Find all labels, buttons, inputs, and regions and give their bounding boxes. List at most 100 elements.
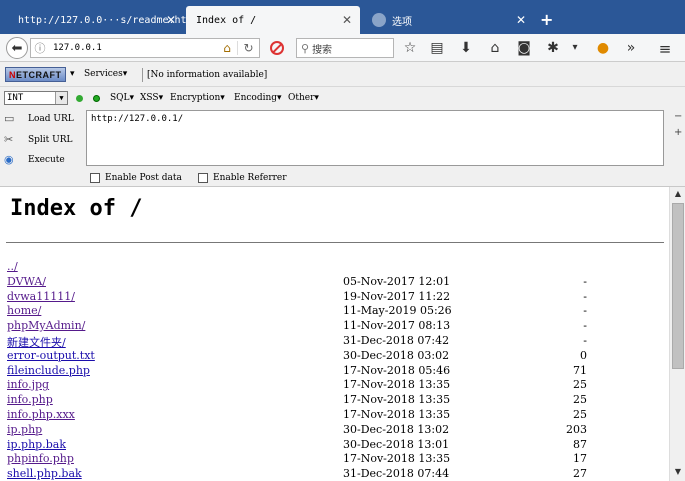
scroll-up-icon[interactable]: ▲ bbox=[672, 189, 684, 201]
menu-sql[interactable]: SQL▾ bbox=[110, 93, 134, 103]
enable-referrer-checkbox[interactable] bbox=[198, 173, 208, 183]
close-icon[interactable]: ✕ bbox=[516, 13, 526, 27]
bookmark-star-icon[interactable]: ☆ bbox=[401, 40, 419, 56]
file-size: 25 bbox=[573, 393, 587, 407]
file-size: 25 bbox=[573, 378, 587, 392]
hackbar-url-textarea[interactable]: http://127.0.0.1/ bbox=[86, 110, 664, 166]
modified-date: 30-Dec-2018 13:01 bbox=[343, 437, 450, 451]
file-link[interactable]: ip.php.bak bbox=[7, 438, 66, 451]
enable-referrer-label: Enable Referrer bbox=[213, 173, 287, 183]
green-plus-icon[interactable] bbox=[93, 95, 100, 102]
tab-options[interactable]: 选项 ✕ bbox=[362, 6, 534, 34]
vertical-scrollbar[interactable]: ▲ ▼ bbox=[669, 187, 685, 481]
menu-other[interactable]: Other▾ bbox=[288, 93, 319, 103]
scroll-thumb[interactable] bbox=[672, 203, 684, 369]
hackbar-menu: INT ▼ SQL▾ XSS▾ Encryption▾ Encoding▾ Ot… bbox=[0, 87, 685, 109]
site-info-text: [No information available] bbox=[142, 68, 271, 82]
menu-icon[interactable]: ≡ bbox=[656, 40, 674, 58]
info-icon[interactable]: ⓘ bbox=[31, 40, 49, 56]
file-link[interactable]: ip.php bbox=[7, 423, 42, 436]
file-link[interactable]: error-output.txt bbox=[7, 349, 95, 362]
url-bar[interactable]: ⓘ 127.0.0.1 ⌂ ↻ bbox=[30, 38, 260, 58]
file-size: 17 bbox=[573, 452, 587, 466]
enable-post-checkbox[interactable] bbox=[90, 173, 100, 183]
file-size: 203 bbox=[566, 422, 587, 436]
file-link[interactable]: 新建文件夹/ bbox=[7, 334, 66, 350]
new-tab-button[interactable]: + bbox=[540, 10, 553, 29]
reading-list-icon[interactable]: ▤ bbox=[428, 40, 446, 56]
file-link[interactable]: phpMyAdmin/ bbox=[7, 319, 85, 332]
netcraft-logo[interactable]: N ETCRAFT bbox=[5, 67, 66, 82]
file-link[interactable]: shell.php.bak bbox=[7, 467, 82, 480]
page-title: Index of / bbox=[10, 196, 143, 221]
load-url-button[interactable]: ▭ Load URL bbox=[4, 112, 84, 125]
green-minus-icon[interactable] bbox=[76, 95, 83, 102]
hackbar-select[interactable]: INT ▼ bbox=[4, 91, 68, 105]
menu-encoding[interactable]: Encoding▾ bbox=[234, 93, 282, 103]
directory-listing: ../DVWA/05-Nov-2017 12:01- dvwa11111/19-N… bbox=[7, 260, 667, 481]
search-input[interactable]: ⚲ 搜索 bbox=[296, 38, 394, 58]
split-url-button[interactable]: ✂ Split URL bbox=[4, 133, 84, 146]
pocket-icon[interactable]: ◙ bbox=[515, 40, 533, 56]
navigation-bar: ⬅ ⓘ 127.0.0.1 ⌂ ↻ ⚲ 搜索 ☆ ▤ ⬇ ⌂ ◙ ✱ ▾ ● »… bbox=[0, 34, 685, 62]
chevron-down-icon[interactable]: ▾ bbox=[566, 42, 584, 53]
tab-title: Index of / bbox=[196, 14, 257, 26]
close-icon[interactable]: ✕ bbox=[342, 13, 352, 27]
scroll-down-icon[interactable]: ▼ bbox=[672, 467, 684, 479]
file-link[interactable]: dvwa11111/ bbox=[7, 290, 75, 303]
split-url-label: Split URL bbox=[28, 134, 73, 145]
modified-date: 30-Dec-2018 03:02 bbox=[343, 348, 450, 362]
file-link[interactable]: fileinclude.php bbox=[7, 364, 90, 377]
home-button-icon[interactable]: ⌂ bbox=[486, 40, 504, 56]
decrease-size-icon[interactable]: − bbox=[674, 111, 682, 122]
file-link[interactable]: info.jpg bbox=[7, 378, 49, 391]
modified-date: 11-May-2019 05:26 bbox=[343, 304, 452, 318]
file-size: 25 bbox=[573, 407, 587, 421]
back-button[interactable]: ⬅ bbox=[6, 37, 28, 59]
noscript-icon[interactable] bbox=[270, 41, 284, 55]
list-item: ip.php 30-Dec-2018 13:02 203 bbox=[7, 423, 667, 438]
list-item: phpinfo.php 17-Nov-2018 13:35 17 bbox=[7, 452, 667, 467]
menu-xss[interactable]: XSS▾ bbox=[140, 93, 163, 103]
file-size: 87 bbox=[573, 437, 587, 451]
tab-title: 选项 bbox=[392, 16, 412, 28]
file-size: - bbox=[583, 289, 587, 303]
file-size: - bbox=[583, 319, 587, 333]
modified-date: 11-Nov-2017 08:13 bbox=[343, 319, 451, 333]
firebug-icon[interactable]: ● bbox=[594, 40, 612, 56]
file-link[interactable]: home/ bbox=[7, 304, 41, 317]
url-text[interactable]: 127.0.0.1 bbox=[53, 43, 217, 53]
chevron-down-icon[interactable]: ▼ bbox=[55, 92, 67, 104]
execute-button[interactable]: ◉ Execute bbox=[4, 153, 84, 166]
menu-encryption[interactable]: Encryption▾ bbox=[170, 93, 225, 103]
download-icon[interactable]: ⬇ bbox=[457, 40, 475, 56]
list-item: info.jpg 17-Nov-2018 13:35 25 bbox=[7, 378, 667, 393]
reload-icon[interactable]: ↻ bbox=[237, 41, 259, 55]
extension-icon[interactable]: ✱ bbox=[544, 40, 562, 56]
services-menu[interactable]: Services▾ bbox=[84, 69, 127, 79]
chevron-down-icon[interactable]: ▾ bbox=[70, 69, 75, 79]
execute-icon: ◉ bbox=[4, 153, 14, 166]
modified-date: 17-Nov-2018 05:46 bbox=[343, 363, 451, 377]
search-icon: ⚲ bbox=[301, 41, 310, 55]
file-link[interactable]: info.php bbox=[7, 393, 53, 406]
tab-index[interactable]: Index of / ✕ bbox=[186, 6, 360, 34]
tab-readme[interactable]: http://127.0.0···s/readme.html ✕ bbox=[8, 6, 199, 34]
close-icon[interactable]: ✕ bbox=[166, 13, 176, 27]
divider bbox=[6, 242, 664, 243]
page-content: Index of / ../DVWA/05-Nov-2017 12:01- dvw… bbox=[0, 187, 669, 481]
overflow-icon[interactable]: » bbox=[622, 40, 640, 56]
file-link[interactable]: info.php.xxx bbox=[7, 408, 75, 421]
list-item: info.php 17-Nov-2018 13:35 25 bbox=[7, 393, 667, 408]
home-icon[interactable]: ⌂ bbox=[217, 41, 237, 55]
file-link[interactable]: DVWA/ bbox=[7, 275, 46, 288]
netcraft-logo-n: N bbox=[9, 69, 16, 80]
modified-date: 17-Nov-2018 13:35 bbox=[343, 452, 451, 466]
list-item: dvwa11111/19-Nov-2017 11:22 - bbox=[7, 290, 667, 305]
increase-size-icon[interactable]: + bbox=[674, 127, 682, 138]
modified-date: 17-Nov-2018 13:35 bbox=[343, 407, 451, 421]
file-link[interactable]: ../ bbox=[7, 260, 18, 273]
file-link[interactable]: phpinfo.php bbox=[7, 452, 74, 465]
netcraft-toolbar: N ETCRAFT ▾ Services▾ [No information ava… bbox=[0, 62, 685, 87]
modified-date: 31-Dec-2018 07:42 bbox=[343, 333, 450, 347]
